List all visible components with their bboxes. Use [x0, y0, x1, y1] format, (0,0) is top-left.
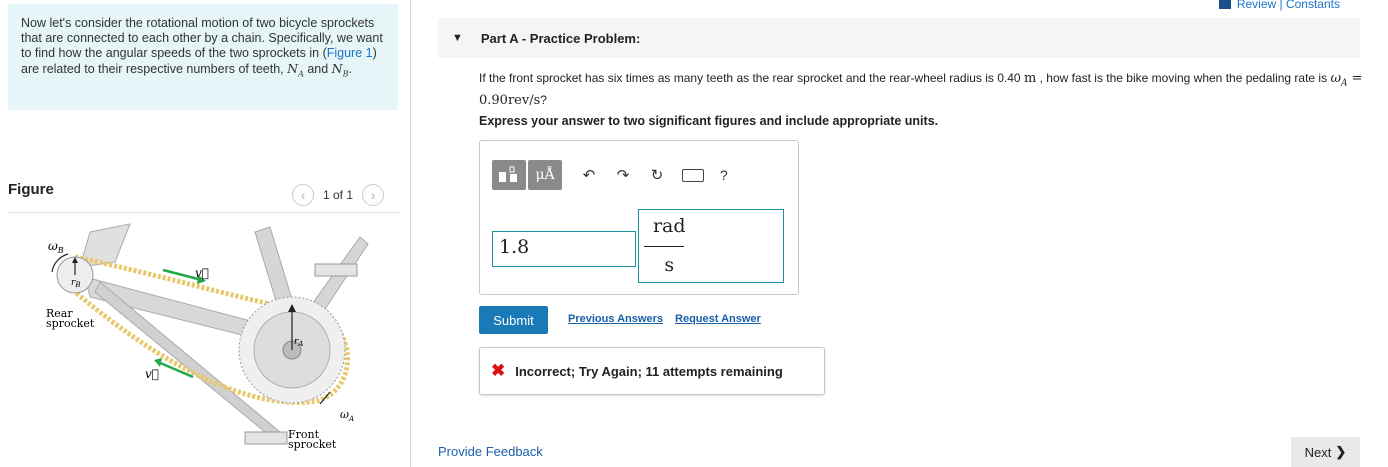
- redo-icon[interactable]: ↷: [614, 166, 632, 184]
- left-pane: Now let's consider the rotational motion…: [0, 0, 410, 467]
- help-button[interactable]: ?: [720, 167, 728, 183]
- label-omega-b: ωB: [48, 239, 64, 255]
- bicycle-sprocket-figure: ωB rB v⃗ v⃗ Rear sprocket rA ωA Front sp…: [46, 223, 369, 451]
- review-label[interactable]: Review | Constants: [1237, 0, 1340, 11]
- label-omega-a: ωA: [340, 408, 354, 423]
- intro-end: .: [348, 62, 352, 76]
- label-front-sprocket: sprocket: [288, 438, 337, 451]
- symbol-nb: N: [331, 61, 343, 76]
- label-rear-sprocket: sprocket: [46, 317, 95, 330]
- collapse-triangle-icon[interactable]: ▼: [452, 32, 463, 44]
- part-title: Part A - Practice Problem:: [480, 30, 641, 46]
- symbol-na: N: [287, 61, 299, 76]
- pane-divider: [410, 0, 411, 467]
- value-input[interactable]: 1.8: [492, 231, 636, 267]
- provide-feedback-link[interactable]: Provide Feedback: [438, 444, 543, 459]
- answer-box: μÅ ↶ ↷ ↻ ? 1.8 rad s: [479, 140, 799, 295]
- request-answer-link[interactable]: Request Answer: [675, 313, 761, 325]
- intro-and: and: [303, 62, 332, 76]
- label-v-top: v⃗: [195, 266, 209, 280]
- unit-input[interactable]: rad s: [638, 209, 784, 283]
- figure-link[interactable]: Figure 1: [327, 46, 373, 60]
- answer-links: Previous Answers Request Answer: [568, 313, 770, 325]
- feedback-text: Incorrect; Try Again; 11 attempts remain…: [515, 363, 783, 379]
- chevron-right-icon[interactable]: ›: [362, 184, 385, 206]
- figure-counter: 1 of 1: [323, 188, 354, 202]
- instructions: Express your answer to two significant f…: [479, 114, 939, 128]
- unit-numerator: rad: [652, 215, 686, 237]
- figure-title: Figure: [8, 181, 54, 198]
- figure-divider: [8, 212, 400, 213]
- part-header[interactable]: ▼ Part A - Practice Problem:: [438, 18, 1360, 58]
- chevron-right-icon: ❯: [1335, 444, 1347, 459]
- template-icon[interactable]: [492, 160, 526, 190]
- next-label: Next: [1304, 444, 1332, 460]
- x-mark-icon: ✖: [491, 361, 506, 380]
- pedal-bottom: [244, 431, 288, 445]
- fraction-bar: [644, 246, 684, 247]
- intro-text: Now let's consider the rotational motion…: [8, 4, 398, 110]
- next-button[interactable]: Next ❯: [1291, 437, 1360, 467]
- unit-m: m: [1023, 71, 1037, 86]
- undo-icon[interactable]: ↶: [580, 166, 598, 184]
- label-v-bottom: v⃗: [145, 367, 159, 381]
- submit-button[interactable]: Submit: [479, 306, 548, 334]
- question-text: If the front sprocket has six times as m…: [479, 71, 1363, 109]
- chevron-left-icon[interactable]: ‹: [292, 184, 314, 206]
- keyboard-icon[interactable]: [682, 168, 704, 182]
- units-button[interactable]: μÅ: [528, 160, 562, 190]
- math-toolbar: μÅ ↶ ↷ ↻ ?: [492, 160, 728, 190]
- reset-icon[interactable]: ↻: [648, 166, 666, 184]
- feedback-message: ✖ Incorrect; Try Again; 11 attempts rema…: [479, 347, 825, 395]
- omega-a-symbol: ω: [1330, 71, 1342, 86]
- book-icon: [1218, 0, 1231, 9]
- unit-denominator: s: [664, 254, 675, 276]
- previous-answers-link[interactable]: Previous Answers: [568, 313, 663, 325]
- v-bottom-arrowhead: [154, 358, 162, 367]
- figure-pager: ‹ 1 of 1 ›: [292, 183, 385, 207]
- review-constants-link[interactable]: Review | Constants: [1218, 0, 1340, 11]
- pedal-top: [314, 263, 358, 277]
